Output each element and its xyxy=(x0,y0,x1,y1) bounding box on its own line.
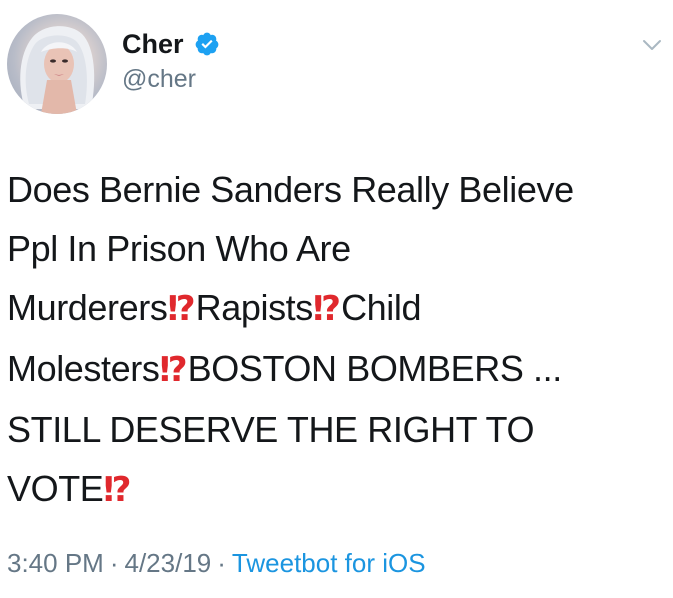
tweet-text-line: Murderers⁉Rapists⁉Child xyxy=(7,278,662,339)
chevron-down-icon[interactable] xyxy=(642,38,662,52)
user-handle[interactable]: @cher xyxy=(122,64,196,94)
meta-separator: · xyxy=(217,548,226,578)
tweet-text-segment: VOTE xyxy=(7,468,104,509)
meta-separator: · xyxy=(109,548,119,578)
tweet-client-link[interactable]: Tweetbot for iOS xyxy=(232,548,426,578)
avatar[interactable] xyxy=(7,14,107,114)
tweet-text-segment: Child xyxy=(341,287,422,328)
tweet-card: Cher @cher Does Bernie Sanders Really Be… xyxy=(0,0,673,598)
tweet-text-line: Does Bernie Sanders Really Believe xyxy=(7,160,662,219)
tweet-text-line: VOTE⁉ xyxy=(7,459,662,520)
exclamation-question-icon: ⁉ xyxy=(312,289,341,329)
tweet-text-segment: Does Bernie Sanders Really Believe xyxy=(7,169,574,210)
tweet-text-segment: STILL DESERVE THE RIGHT TO xyxy=(7,409,535,450)
exclamation-question-icon: ⁉ xyxy=(159,350,187,390)
tweet-time[interactable]: 3:40 PM xyxy=(7,548,104,578)
tweet-text-segment: Molesters xyxy=(7,348,160,389)
tweet-text-segment: BOSTON BOMBERS ... xyxy=(187,348,563,389)
tweet-meta: 3:40 PM · 4/23/19 · Tweetbot for iOS xyxy=(7,547,426,579)
exclamation-question-icon: ⁉ xyxy=(103,470,131,510)
verified-badge-icon xyxy=(195,32,218,56)
author-name-row: Cher xyxy=(122,28,220,60)
avatar-image xyxy=(20,26,95,114)
tweet-text: Does Bernie Sanders Really Believe Ppl In… xyxy=(7,160,662,520)
tweet-text-segment: Ppl In Prison Who Are xyxy=(7,228,351,269)
tweet-date[interactable]: 4/23/19 xyxy=(125,548,212,578)
tweet-text-segment: Rapists xyxy=(195,287,314,328)
tweet-text-line: Molesters⁉BOSTON BOMBERS ... xyxy=(7,339,662,400)
tweet-text-line: Ppl In Prison Who Are xyxy=(7,219,662,278)
display-name[interactable]: Cher xyxy=(122,28,184,60)
tweet-text-line: STILL DESERVE THE RIGHT TO xyxy=(7,400,662,459)
exclamation-question-icon: ⁉ xyxy=(167,289,195,329)
tweet-text-segment: Murderers xyxy=(7,287,168,328)
